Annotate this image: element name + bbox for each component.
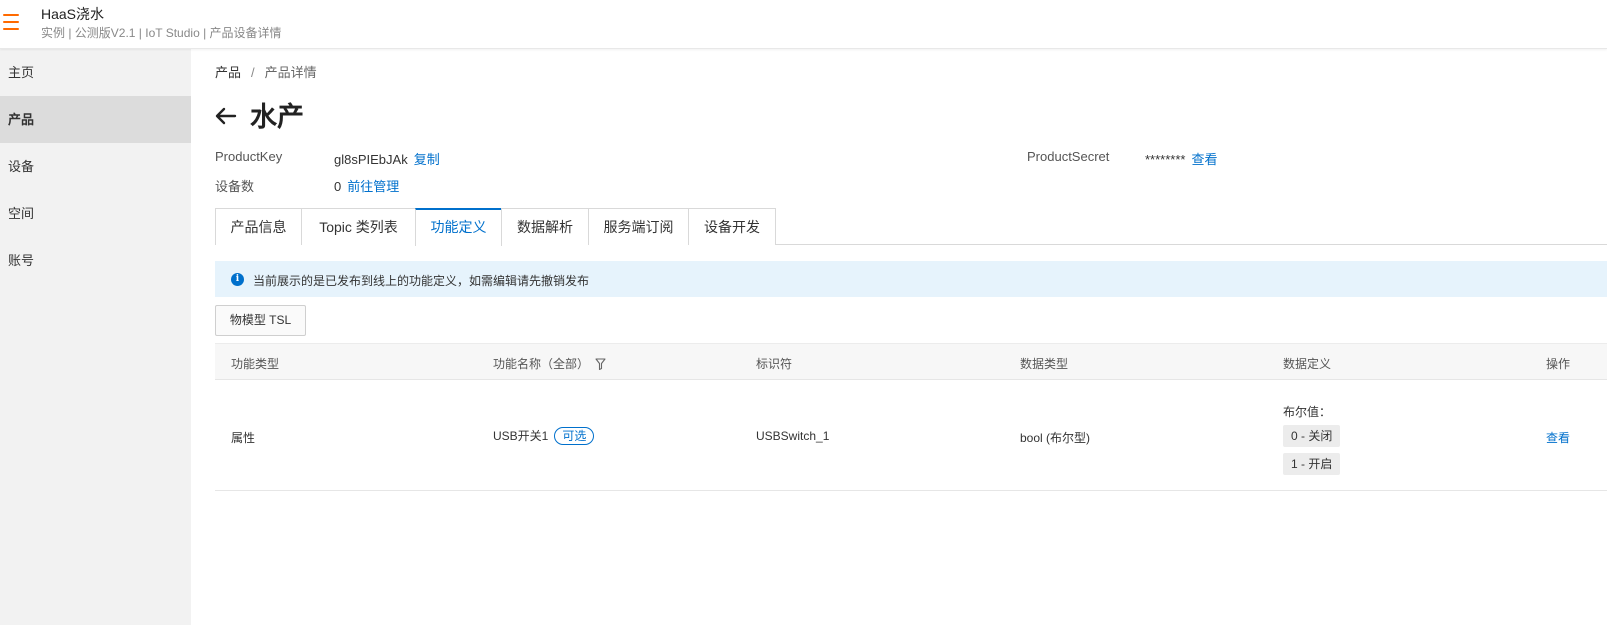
product-secret-value: ******** [1145, 152, 1186, 167]
sidebar-item-spaces[interactable]: 空间 [0, 190, 191, 237]
col-feature-name-label: 功能名称（全部） [493, 357, 590, 371]
definition-value-chip: 0 - 关闭 [1283, 425, 1341, 447]
tab-server-subscription[interactable]: 服务端订阅 [588, 208, 689, 245]
tab-data-parsing[interactable]: 数据解析 [501, 208, 589, 245]
manage-devices-link[interactable]: 前往管理 [347, 179, 399, 194]
breadcrumb-products-link[interactable]: 产品 [215, 65, 241, 80]
breadcrumb-separator: / [251, 65, 255, 80]
tab-topic-list[interactable]: Topic 类列表 [301, 208, 416, 245]
optional-tag: 可选 [554, 427, 595, 445]
cell-feature-name: USB开关1 可选 [493, 427, 595, 445]
tab-bar: 产品信息 Topic 类列表 功能定义 数据解析 服务端订阅 设备开发 [215, 208, 1607, 246]
device-count-value: 0 [334, 179, 342, 194]
main-content: 产品 / 产品详情 水产 ProductKey gl8sPIEbJAk 复制 Prod… [215, 49, 1607, 625]
filter-icon[interactable] [595, 358, 606, 370]
col-actions: 操作 [1546, 357, 1571, 371]
view-secret-link[interactable]: 查看 [1191, 152, 1217, 167]
cell-definition-title: 布尔值： [1283, 405, 1332, 419]
col-identifier: 标识符 [756, 357, 793, 371]
col-data-type: 数据类型 [1020, 357, 1069, 371]
cell-data-type: bool (布尔型) [1020, 431, 1091, 445]
table-header: 功能类型 功能名称（全部） 标识符 数据类型 数据定义 操作 [215, 343, 1607, 380]
product-secret-field: ******** 查看 [1145, 149, 1218, 168]
back-arrow-icon[interactable] [215, 105, 237, 127]
cell-feature-type: 属性 [231, 431, 256, 445]
sidebar-item-account[interactable]: 账号 [0, 237, 191, 284]
app-title: HaaS浇水 [41, 6, 105, 22]
app-subtitle: 实例 | 公测版V2.1 | IoT Studio | 产品设备详情 [41, 26, 282, 40]
breadcrumb: 产品 / 产品详情 [215, 62, 317, 81]
view-feature-link[interactable]: 查看 [1546, 429, 1570, 446]
col-feature-type: 功能类型 [231, 357, 280, 371]
tsl-model-button[interactable]: 物模型 TSL [215, 305, 306, 336]
cell-identifier: USBSwitch_1 [756, 429, 830, 443]
feature-table: 功能类型 功能名称（全部） 标识符 数据类型 数据定义 操作 属性 USB开关1… [215, 343, 1607, 491]
tab-device-development[interactable]: 设备开发 [688, 208, 776, 245]
col-data-definition: 数据定义 [1283, 357, 1332, 371]
menu-icon[interactable] [3, 14, 19, 32]
feature-name-text: USB开关1 [493, 429, 549, 443]
sidebar-item-devices[interactable]: 设备 [0, 143, 191, 190]
page-title: 水产 [250, 102, 304, 132]
copy-link[interactable]: 复制 [414, 152, 440, 167]
tab-feature-definition[interactable]: 功能定义 [415, 208, 502, 246]
col-feature-name: 功能名称（全部） [493, 355, 606, 372]
sidebar-item-home[interactable]: 主页 [0, 49, 191, 96]
product-secret-label: ProductSecret [1027, 149, 1110, 164]
definition-value-chip: 1 - 开启 [1283, 453, 1341, 475]
product-key-label: ProductKey [215, 149, 283, 164]
table-row: 属性 USB开关1 可选 USBSwitch_1 bool (布尔型) 布尔值： … [215, 380, 1607, 491]
breadcrumb-current: 产品详情 [264, 65, 317, 80]
sidebar-item-products[interactable]: 产品 [0, 96, 191, 143]
device-count-label: 设备数 [215, 179, 255, 194]
tab-product-info[interactable]: 产品信息 [215, 208, 302, 245]
sidebar: 主页 产品 设备 空间 账号 [0, 49, 191, 625]
product-key-field: gl8sPIEbJAk 复制 [334, 149, 440, 168]
info-icon: i [231, 273, 244, 286]
info-notice: i 当前展示的是已发布到线上的功能定义，如需编辑请先撤销发布 [215, 261, 1607, 297]
notice-text: 当前展示的是已发布到线上的功能定义，如需编辑请先撤销发布 [253, 274, 590, 288]
top-bar: HaaS浇水 实例 | 公测版V2.1 | IoT Studio | 产品设备详… [0, 0, 1607, 49]
device-count-field: 0 前往管理 [334, 176, 399, 195]
product-key-value: gl8sPIEbJAk [334, 152, 408, 167]
